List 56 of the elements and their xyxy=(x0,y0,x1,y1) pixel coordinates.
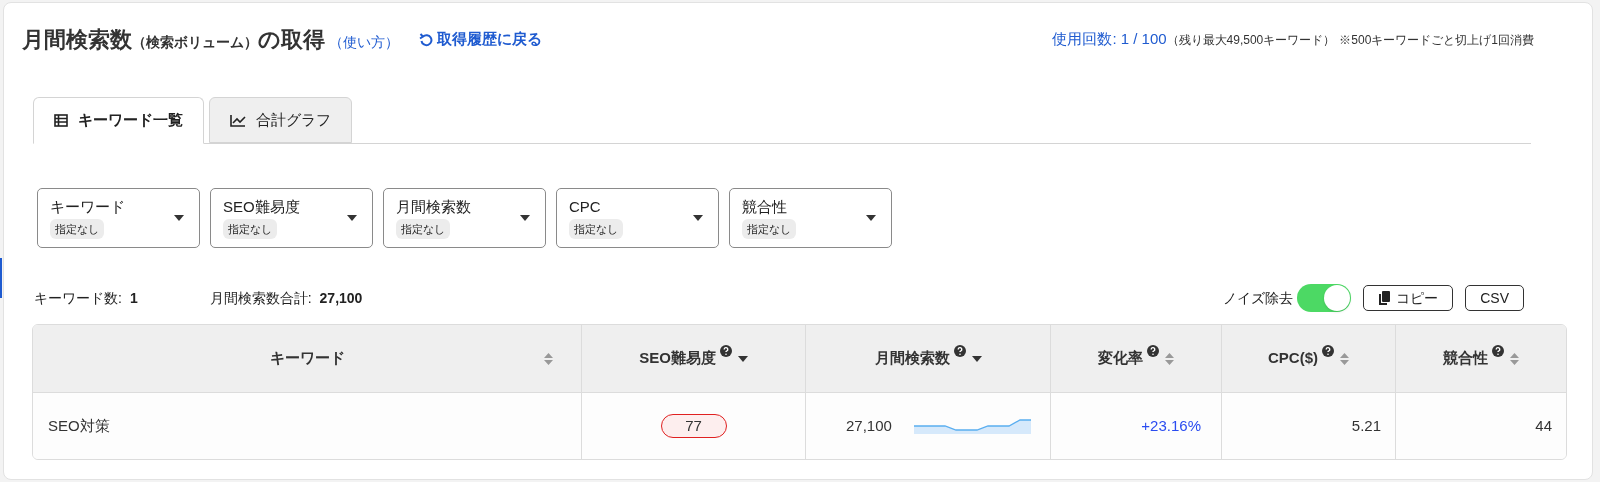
caret-icon xyxy=(174,215,184,221)
noise-filter-label: ノイズ除去 xyxy=(1223,288,1294,308)
column-header[interactable]: 競合性 xyxy=(1396,325,1566,392)
filter-dropdown[interactable]: CPC 指定なし xyxy=(556,188,719,248)
column-header[interactable]: CPC($) xyxy=(1222,325,1396,392)
back-link[interactable]: 取得履歴に戻る xyxy=(419,28,542,51)
sort-icon xyxy=(544,351,553,366)
sort-descending-icon xyxy=(971,355,982,362)
filter-dropdown[interactable]: キーワード 指定なし xyxy=(37,188,200,248)
cpc-cell-text: 5.21 xyxy=(1351,415,1381,436)
caret-icon xyxy=(347,215,357,221)
difficulty-badge: 77 xyxy=(660,414,727,438)
usage-rule: ※500キーワードごと切上げ1回消費 xyxy=(1339,31,1534,49)
undo-icon xyxy=(419,32,433,47)
caret-icon xyxy=(866,215,876,221)
line-chart-icon xyxy=(230,113,246,127)
stat-label: キーワード数: xyxy=(34,288,122,308)
filter-value-tag: 指定なし xyxy=(569,218,623,240)
sort-icon xyxy=(1165,351,1174,366)
table-icon xyxy=(54,114,68,127)
sort-icon xyxy=(1340,351,1349,366)
copy-button[interactable]: コピー xyxy=(1363,285,1454,311)
column-header[interactable]: SEO難易度 xyxy=(582,325,806,392)
caret-icon xyxy=(693,215,703,221)
edge-marker xyxy=(0,258,2,298)
page-title: 月間検索数 xyxy=(22,25,132,54)
column-header[interactable]: 月間検索数 xyxy=(806,325,1051,392)
stat-value: 1 xyxy=(129,288,138,308)
filter-dropdown[interactable]: SEO難易度 指定なし xyxy=(210,188,373,248)
column-header[interactable]: キーワード xyxy=(33,325,582,392)
usage-note: （残り最大49,500キーワード） xyxy=(1166,31,1336,49)
help-link[interactable]: （使い方） xyxy=(329,31,399,53)
filter-value-tag: 指定なし xyxy=(50,218,104,240)
caret-icon xyxy=(520,215,530,221)
filter-dropdown[interactable]: 月間検索数 指定なし xyxy=(383,188,546,248)
competition-cell-text: 44 xyxy=(1535,415,1552,436)
tab[interactable]: キーワード一覧 xyxy=(33,97,204,144)
stat-label: 月間検索数合計: xyxy=(209,288,312,308)
filter-value-tag: 指定なし xyxy=(396,218,450,240)
page-subtitle: （検索ボリューム） xyxy=(132,32,258,52)
column-header[interactable]: 変化率 xyxy=(1051,325,1222,392)
sort-icon xyxy=(1510,351,1519,366)
filter-value-tag: 指定なし xyxy=(223,218,277,240)
tab[interactable]: 合計グラフ xyxy=(209,97,352,143)
keyword-cell-text: SEO対策 xyxy=(48,415,110,436)
volume-cell-text: 27,100 xyxy=(846,415,892,436)
filter-value-tag: 指定なし xyxy=(742,218,796,240)
change-cell-text: +23.16% xyxy=(1141,415,1201,436)
filter-dropdown[interactable]: 競合性 指定なし xyxy=(729,188,892,248)
copy-icon xyxy=(1378,291,1391,305)
csv-button[interactable]: CSV xyxy=(1465,285,1524,311)
noise-filter-toggle[interactable] xyxy=(1297,284,1352,312)
page-title-suffix: の取得 xyxy=(258,25,325,54)
stat-value: 27,100 xyxy=(319,288,363,308)
sort-descending-icon xyxy=(737,355,748,362)
usage-count: 使用回数: 1 / 100 xyxy=(1052,28,1167,49)
